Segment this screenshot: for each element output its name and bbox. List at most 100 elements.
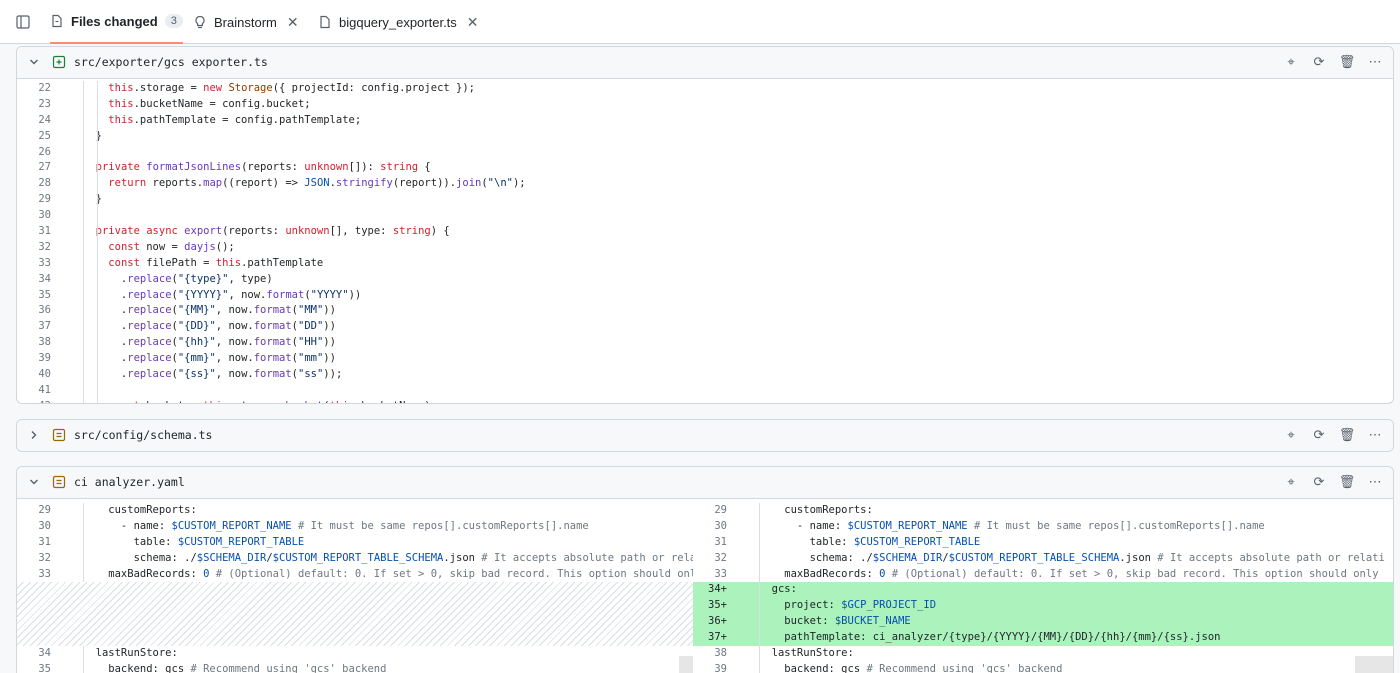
indent-guide (83, 367, 84, 383)
line-number[interactable]: 35+ (693, 598, 741, 615)
toggle-sidebar-button[interactable] (12, 0, 34, 44)
line-number[interactable]: 30 (693, 519, 741, 535)
line-number[interactable]: 29 (693, 503, 741, 519)
close-icon[interactable]: ✕ (287, 14, 299, 31)
line-number[interactable]: 41 (17, 383, 65, 399)
indent-guide (83, 128, 84, 145)
line-number[interactable]: 30 (17, 208, 65, 224)
line-number[interactable]: 31 (693, 535, 741, 551)
code-line: 31 table: $CUSTOM_REPORT_TABLE (693, 534, 1393, 551)
files-changed-count-badge: 3 (164, 14, 183, 28)
line-number[interactable]: 28 (17, 176, 65, 192)
tab-brainstorm-label: Brainstorm (214, 14, 277, 30)
line-number[interactable]: 27 (17, 160, 65, 176)
line-number[interactable]: 38 (693, 646, 741, 662)
indent-guide (83, 550, 84, 567)
added-code-line: 35+ project: $GCP_PROJECT_ID (693, 598, 1393, 615)
line-number[interactable]: 37 (17, 319, 65, 335)
line-number[interactable]: 36+ (693, 614, 741, 631)
line-number[interactable]: 39 (17, 351, 65, 367)
indent-guide (83, 661, 84, 673)
indent-guide (97, 319, 98, 336)
line-content: bucket: $BUCKET_NAME (759, 615, 911, 628)
line-number[interactable]: 33 (17, 567, 65, 583)
line-number[interactable]: 32 (17, 551, 65, 567)
line-content: table: $CUSTOM_REPORT_TABLE (759, 535, 981, 548)
line-number[interactable]: 32 (693, 551, 741, 567)
indent-guide (83, 208, 84, 225)
line-number[interactable]: 29 (17, 503, 65, 519)
line-number[interactable]: 35 (17, 288, 65, 304)
line-number[interactable]: 34+ (693, 582, 741, 599)
more-icon[interactable]: ⋯ (1367, 474, 1383, 490)
line-number[interactable]: 31 (17, 535, 65, 551)
more-icon[interactable]: ⋯ (1367, 54, 1383, 70)
line-number[interactable]: 32 (17, 240, 65, 256)
indent-guide (83, 239, 84, 256)
file-path[interactable]: src/exporter/gcs exporter.ts (74, 55, 268, 69)
line-number[interactable]: 26 (17, 145, 65, 161)
indent-guide (759, 503, 760, 519)
line-content: lastRunStore: (83, 647, 178, 660)
line-number[interactable]: 30 (17, 519, 65, 535)
file-modified-icon (52, 428, 66, 442)
file-actions: ⌖ ⟳ 🗑 ⋯ (1283, 474, 1383, 490)
refresh-icon[interactable]: ⟳ (1311, 427, 1327, 443)
indent-guide (83, 144, 84, 161)
horizontal-scrollbar[interactable] (679, 656, 693, 673)
code-line: 34 .replace("{type}", type) (17, 271, 1393, 288)
lightbulb-icon (195, 15, 205, 29)
tab-files-changed[interactable]: Files changed 3 (50, 0, 183, 44)
line-number[interactable]: 29 (17, 192, 65, 208)
line-content: project: $GCP_PROJECT_ID (759, 599, 937, 612)
target-icon[interactable]: ⌖ (1283, 427, 1299, 443)
chevron-right-icon[interactable] (27, 428, 41, 442)
line-number[interactable]: 42 (17, 399, 65, 403)
target-icon[interactable]: ⌖ (1283, 474, 1299, 490)
line-number[interactable]: 25 (17, 129, 65, 145)
tab-bigquery-exporter[interactable]: bigquery_exporter.ts ✕ (318, 0, 479, 44)
file-header[interactable]: src/exporter/gcs exporter.ts ⌖ ⟳ 🗑 ⋯ (17, 47, 1393, 79)
file-actions: ⌖ ⟳ 🗑 ⋯ (1283, 54, 1383, 70)
code-line: 32 const now = dayjs(); (17, 239, 1393, 256)
horizontal-scrollbar[interactable] (1355, 656, 1393, 673)
line-number[interactable]: 33 (17, 256, 65, 272)
refresh-icon[interactable]: ⟳ (1311, 474, 1327, 490)
line-number[interactable]: 37+ (693, 630, 741, 647)
close-icon[interactable]: ✕ (467, 14, 479, 31)
line-number[interactable]: 39 (693, 662, 741, 673)
line-number[interactable]: 36 (17, 303, 65, 319)
file-path[interactable]: ci analyzer.yaml (74, 475, 185, 489)
file-path[interactable]: src/config/schema.ts (74, 428, 212, 442)
line-content: this.pathTemplate = config.pathTemplate; (108, 113, 362, 126)
indent-guide (97, 96, 98, 113)
line-number[interactable]: 24 (17, 113, 65, 129)
line-content: private formatJsonLines(reports: unknown… (95, 161, 431, 174)
indent-guide (759, 646, 760, 662)
refresh-icon[interactable]: ⟳ (1311, 54, 1327, 70)
trash-icon[interactable]: 🗑 (1339, 54, 1356, 70)
chevron-down-icon[interactable] (27, 475, 41, 489)
line-number[interactable]: 34 (17, 272, 65, 288)
file-header[interactable]: src/config/schema.ts ⌖ ⟳ 🗑 ⋯ (17, 420, 1393, 451)
trash-icon[interactable]: 🗑 (1339, 474, 1356, 490)
trash-icon[interactable]: 🗑 (1339, 427, 1356, 443)
diff-panel-schema: src/config/schema.ts ⌖ ⟳ 🗑 ⋯ (16, 419, 1394, 452)
tab-brainstorm[interactable]: Brainstorm ✕ (193, 0, 299, 44)
indent-guide (97, 398, 98, 403)
chevron-down-icon[interactable] (27, 55, 41, 69)
line-number[interactable]: 22 (17, 81, 65, 97)
line-number[interactable]: 38 (17, 335, 65, 351)
line-number[interactable]: 40 (17, 367, 65, 383)
file-header[interactable]: ci analyzer.yaml ⌖ ⟳ 🗑 ⋯ (17, 467, 1393, 499)
line-number[interactable]: 23 (17, 97, 65, 113)
more-icon[interactable]: ⋯ (1367, 427, 1383, 443)
tab-files-changed-label: Files changed (71, 13, 158, 29)
code-line: 31 private async export(reports: unknown… (17, 224, 1393, 240)
line-number[interactable]: 33 (693, 567, 741, 583)
indent-guide (83, 319, 84, 336)
target-icon[interactable]: ⌖ (1283, 54, 1299, 70)
line-number[interactable]: 34 (17, 646, 65, 662)
line-number[interactable]: 31 (17, 224, 65, 240)
line-number[interactable]: 35 (17, 662, 65, 673)
